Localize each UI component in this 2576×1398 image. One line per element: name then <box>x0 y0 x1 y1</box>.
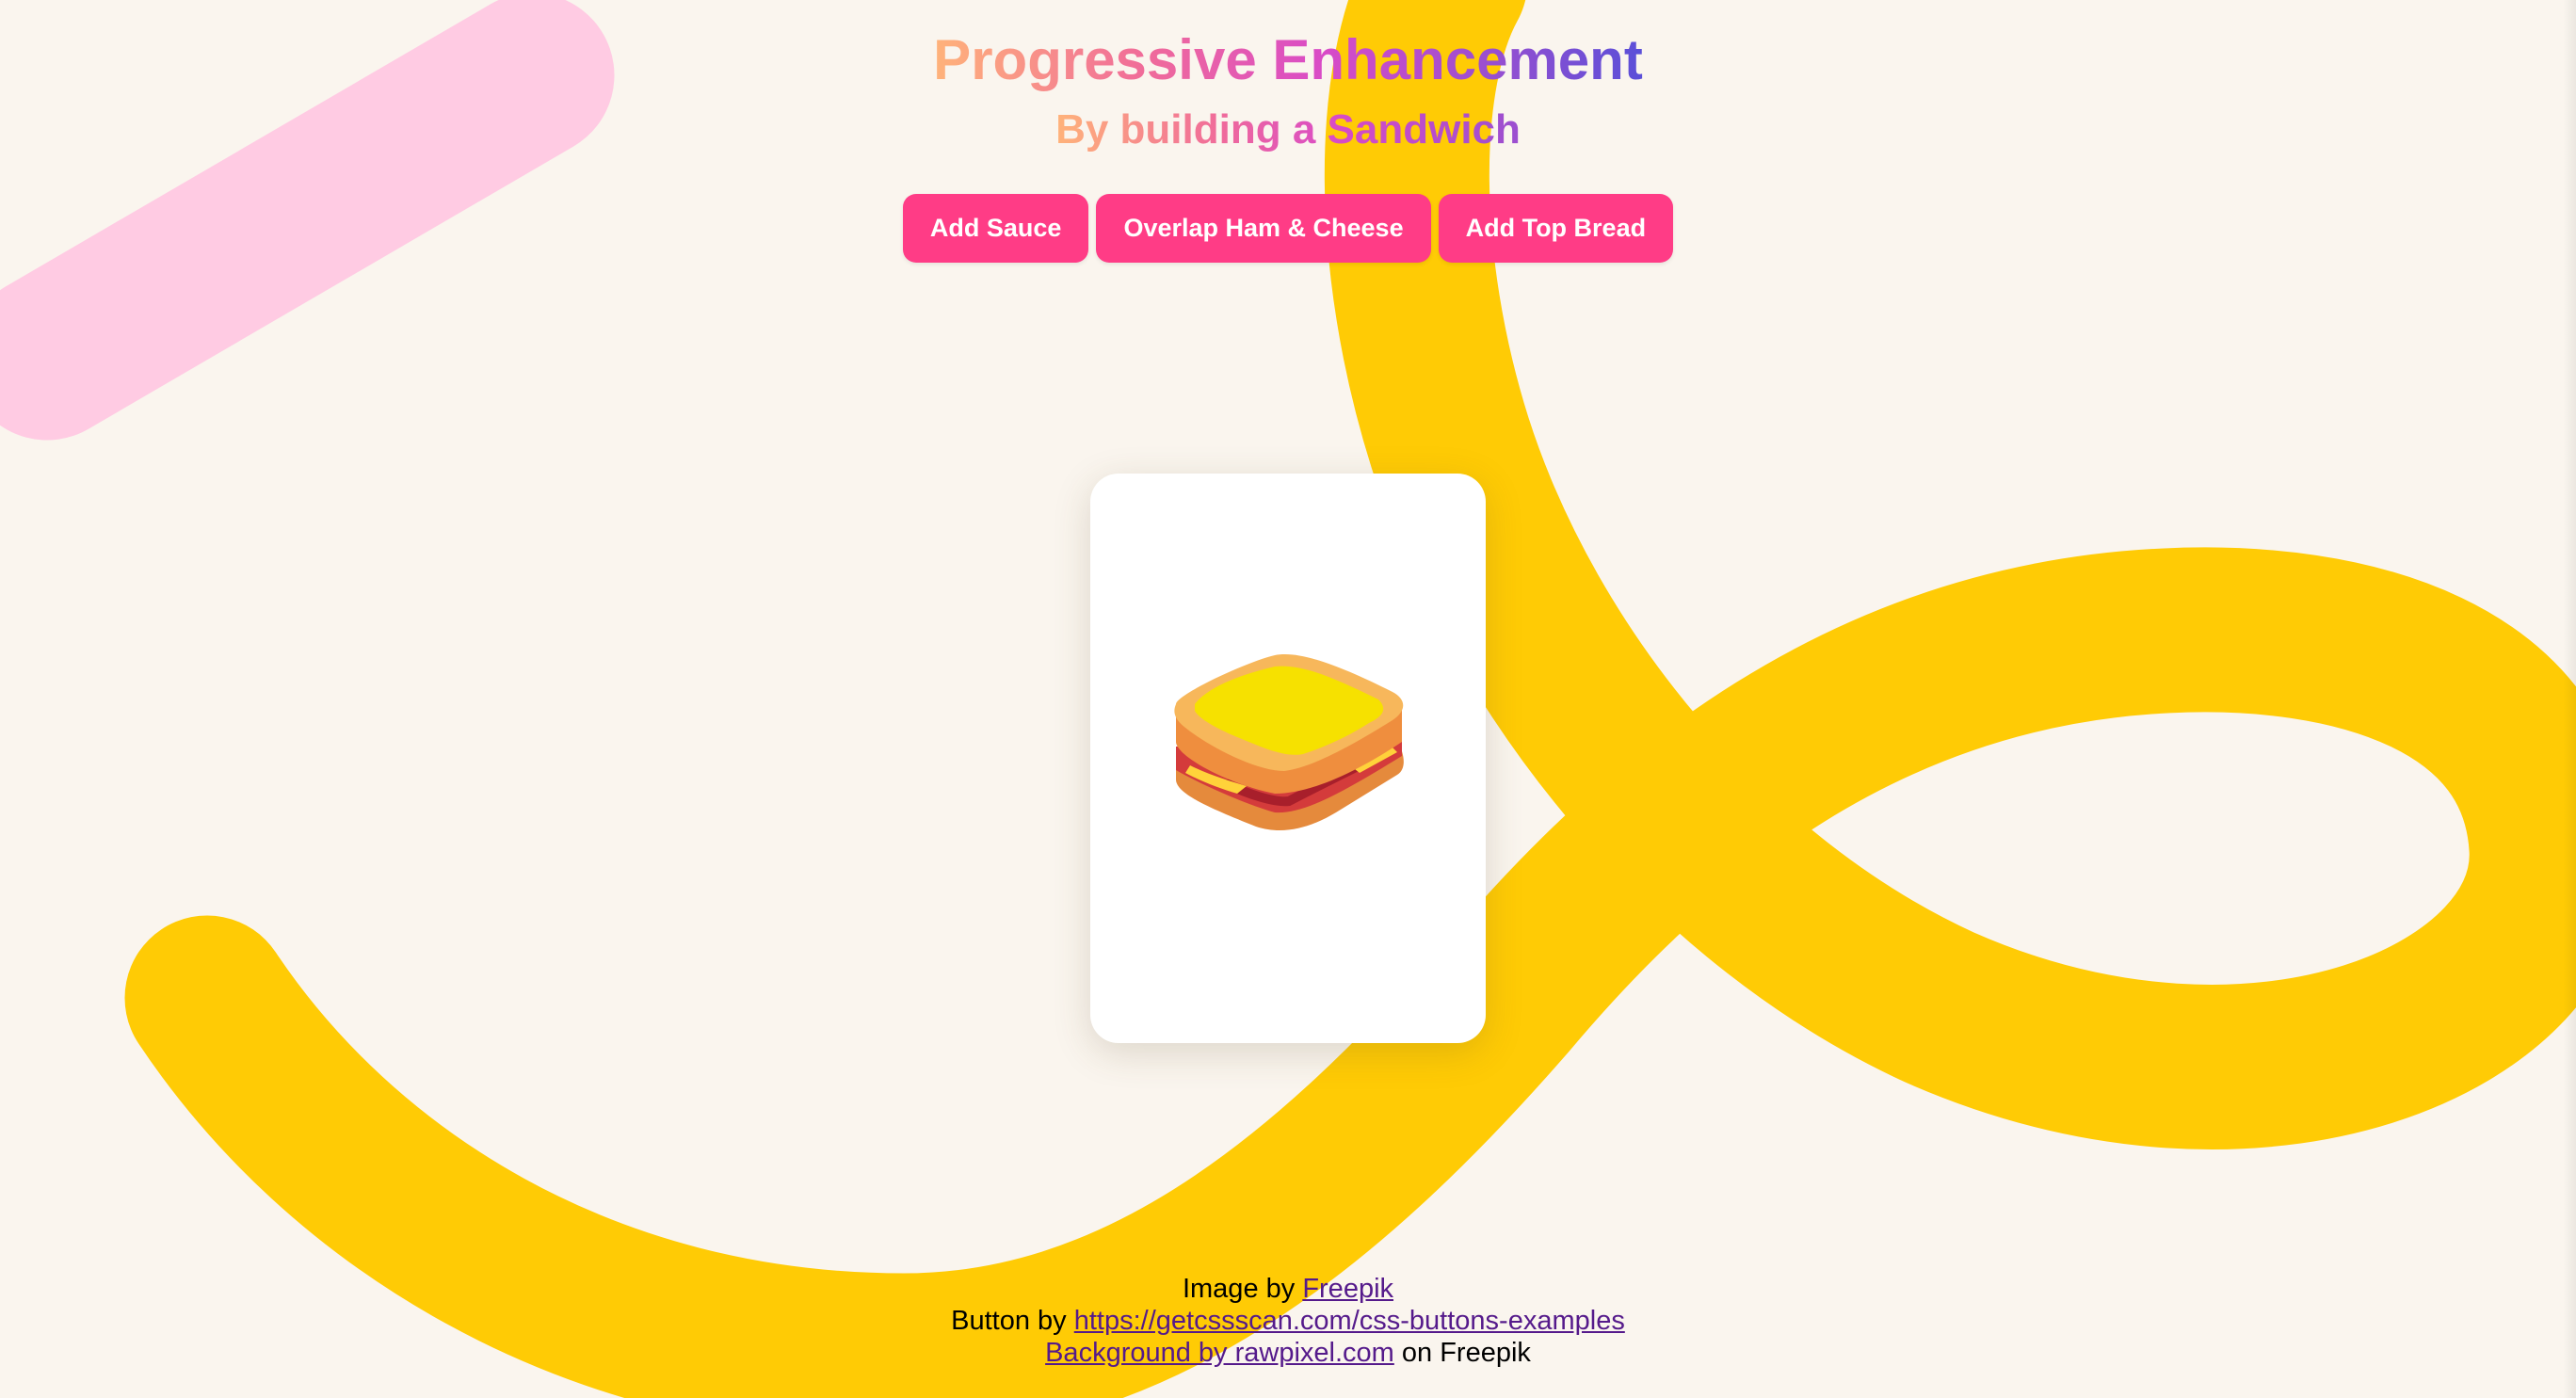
sandwich-icon <box>1174 654 1404 831</box>
page-subtitle: By building a Sandwich <box>1055 98 1521 162</box>
css-buttons-link[interactable]: https://getcssscan.com/css-buttons-examp… <box>1074 1306 1625 1336</box>
credit-button-prefix: Button by <box>951 1306 1074 1336</box>
page: Progressive Enhancement By building a Sa… <box>0 0 2576 1398</box>
credit-image-line: Image by Freepik <box>0 1273 2576 1305</box>
credit-background-line: Background by rawpixel.com on Freepik <box>0 1337 2576 1369</box>
credits: Image by Freepik Button by https://getcs… <box>0 1273 2576 1369</box>
credit-background-suffix: on Freepik <box>1393 1338 1531 1368</box>
overlap-ham-cheese-button[interactable]: Overlap Ham & Cheese <box>1096 194 1431 263</box>
action-buttons: Add Sauce Overlap Ham & Cheese Add Top B… <box>0 194 2576 263</box>
add-sauce-button[interactable]: Add Sauce <box>902 194 1089 263</box>
credit-button-line: Button by https://getcssscan.com/css-but… <box>0 1305 2576 1337</box>
freepik-link[interactable]: Freepik <box>1302 1274 1393 1304</box>
rawpixel-link[interactable]: Background by rawpixel.com <box>1045 1338 1394 1368</box>
sandwich-card <box>1090 474 1486 1043</box>
header: Progressive Enhancement By building a Sa… <box>0 0 2576 162</box>
credit-image-prefix: Image by <box>1182 1274 1303 1304</box>
page-title: Progressive Enhancement <box>933 0 1643 94</box>
add-top-bread-button[interactable]: Add Top Bread <box>1438 194 1674 263</box>
